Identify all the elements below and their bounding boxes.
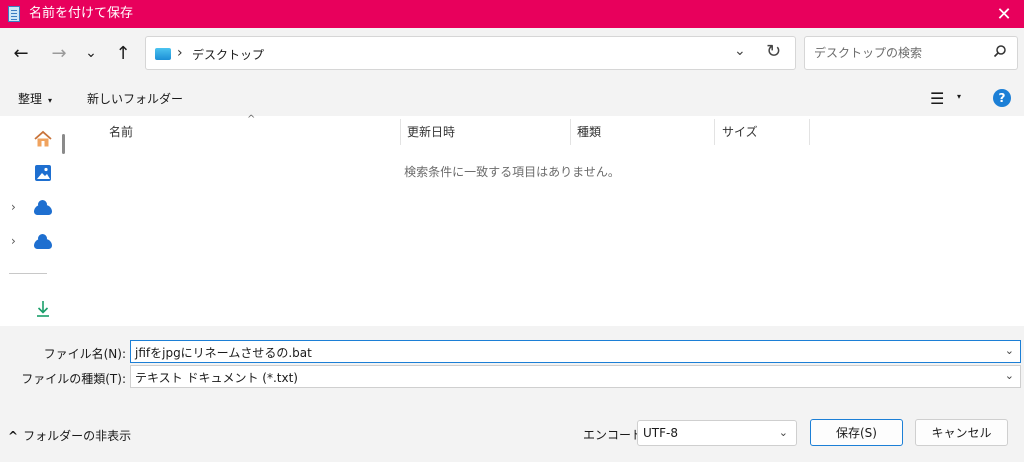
nav-divider — [9, 273, 47, 274]
filename-dropdown-icon[interactable]: ⌄ — [1005, 344, 1014, 357]
hide-folders-toggle[interactable]: ^ フォルダーの非表示 — [8, 427, 131, 444]
home-icon[interactable] — [33, 130, 53, 148]
column-divider[interactable] — [809, 119, 810, 145]
filename-label: ファイル名(N): — [43, 347, 126, 361]
filetype-value: テキスト ドキュメント (*.txt) — [135, 371, 298, 385]
refresh-button[interactable]: ↻ — [766, 41, 781, 62]
filename-field[interactable]: jfifをjpgにリネームさせるの.bat ⌄ — [130, 340, 1021, 363]
hide-folders-label: フォルダーの非表示 — [23, 429, 132, 443]
column-divider[interactable] — [570, 119, 571, 145]
column-header-size[interactable]: サイズ — [722, 123, 758, 140]
address-dropdown-icon[interactable]: ⌄ — [734, 43, 746, 59]
downloads-icon[interactable] — [35, 300, 51, 318]
expand-onedrive-2-icon[interactable]: › — [11, 234, 16, 248]
expand-onedrive-1-icon[interactable]: › — [11, 200, 16, 214]
column-divider[interactable] — [400, 119, 401, 145]
close-button[interactable]: ✕ — [984, 0, 1024, 28]
nav-scrollbar[interactable] — [62, 134, 65, 154]
up-button[interactable]: ↑ — [110, 40, 136, 66]
view-options-caret-icon[interactable]: ▾ — [957, 92, 961, 101]
filetype-select[interactable]: テキスト ドキュメント (*.txt) ⌄ — [130, 365, 1021, 388]
search-box — [804, 36, 1018, 70]
search-icon[interactable] — [993, 44, 1007, 58]
forward-button[interactable]: → — [46, 40, 72, 66]
column-header-name[interactable]: 名前 — [109, 123, 133, 140]
filetype-dropdown-icon[interactable]: ⌄ — [1005, 369, 1014, 382]
column-header-modified[interactable]: 更新日時 — [407, 123, 455, 140]
chevron-up-icon: ^ — [8, 429, 19, 443]
encoding-dropdown-icon[interactable]: ⌄ — [779, 426, 788, 439]
column-header-type[interactable]: 種類 — [577, 123, 601, 140]
address-bar[interactable]: › デスクトップ ⌄ ↻ — [145, 36, 796, 70]
onedrive-icon[interactable] — [34, 234, 52, 249]
organize-caret-icon: ▾ — [48, 96, 53, 105]
breadcrumb-separator-icon: › — [177, 45, 183, 61]
navigation-pane: › › — [0, 116, 75, 326]
command-bar: 整理 ▾ 新しいフォルダー ☰ ▾ ? — [0, 80, 1024, 116]
breadcrumb-desktop[interactable]: デスクトップ — [192, 46, 264, 63]
filename-value[interactable]: jfifをjpgにリネームさせるの.bat — [135, 344, 312, 361]
sort-indicator-icon: ^ — [247, 114, 256, 125]
cancel-button[interactable]: キャンセル — [915, 419, 1008, 446]
save-form: ファイル名(N): jfifをjpgにリネームさせるの.bat ⌄ ファイルの種… — [0, 326, 1024, 462]
title-bar: 名前を付けて保存 ✕ — [0, 0, 1024, 28]
desktop-folder-icon — [155, 48, 171, 60]
view-options-icon[interactable]: ☰ — [930, 89, 944, 108]
file-list: ^ 名前 更新日時 種類 サイズ 検索条件に一致する項目はありません。 — [75, 114, 1024, 326]
encoding-value: UTF-8 — [643, 426, 678, 440]
search-input[interactable] — [812, 45, 986, 61]
window-title: 名前を付けて保存 — [29, 6, 134, 21]
filetype-label: ファイルの種類(T): — [21, 372, 126, 386]
organize-button[interactable]: 整理 ▾ — [18, 90, 52, 107]
gallery-icon[interactable] — [34, 164, 52, 182]
empty-message: 検索条件に一致する項目はありません。 — [404, 165, 620, 179]
help-button[interactable]: ? — [993, 89, 1011, 107]
onedrive-icon[interactable] — [34, 200, 52, 215]
recent-locations-button[interactable]: ⌄ — [78, 40, 104, 66]
encoding-select[interactable]: UTF-8 ⌄ — [637, 420, 797, 446]
notepad-icon — [8, 6, 20, 22]
address-row: ← → ⌄ ↑ › デスクトップ ⌄ ↻ — [0, 28, 1024, 80]
organize-label: 整理 — [18, 92, 43, 106]
new-folder-button[interactable]: 新しいフォルダー — [87, 90, 183, 107]
back-button[interactable]: ← — [8, 40, 34, 66]
column-divider[interactable] — [714, 119, 715, 145]
save-button[interactable]: 保存(S) — [810, 419, 903, 446]
